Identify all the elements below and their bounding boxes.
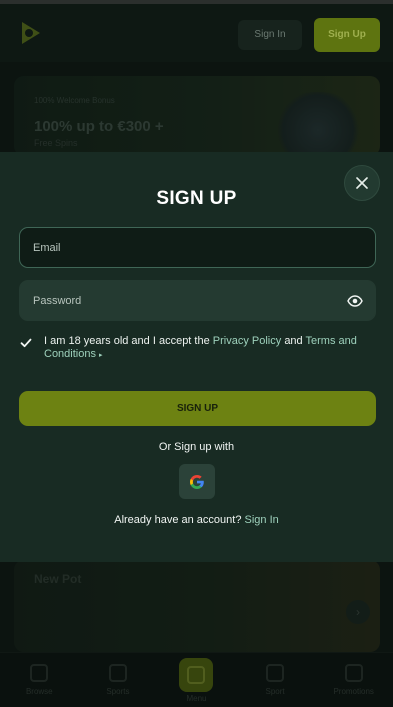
google-icon — [190, 474, 204, 489]
age-consent-checkbox[interactable] — [19, 336, 33, 350]
consent-and: and — [284, 335, 303, 347]
password-field[interactable] — [19, 280, 376, 321]
eye-icon[interactable] — [347, 293, 363, 309]
terms-arrow-icon: ▸ — [99, 352, 103, 359]
header-signup-button[interactable]: Sign Up — [314, 18, 380, 52]
page: Sign In Sign Up 100% Welcome Bonus 100% … — [0, 0, 393, 707]
google-signup-button[interactable] — [179, 464, 215, 499]
privacy-policy-link[interactable]: Privacy Policy — [213, 335, 281, 347]
signin-link[interactable]: Sign In — [245, 514, 279, 526]
account-text: Already have an account? — [114, 514, 242, 526]
modal-title: SIGN UP — [156, 188, 237, 209]
signin-prompt: Already have an account? Sign In — [0, 514, 393, 526]
email-input[interactable] — [33, 228, 333, 267]
logo-icon[interactable] — [16, 18, 46, 48]
checkmark-icon — [20, 338, 32, 348]
consent-label: I am 18 years old and I accept the — [44, 335, 210, 347]
password-input[interactable] — [33, 281, 333, 320]
consent-text: I am 18 years old and I accept the Priva… — [44, 335, 374, 362]
top-bar: Sign In Sign Up — [0, 0, 393, 62]
email-field[interactable] — [19, 227, 376, 268]
social-signup-label: Or Sign up with — [158, 441, 235, 453]
signup-button[interactable]: SIGN UP — [19, 391, 376, 426]
header-signin-button[interactable]: Sign In — [238, 20, 302, 50]
